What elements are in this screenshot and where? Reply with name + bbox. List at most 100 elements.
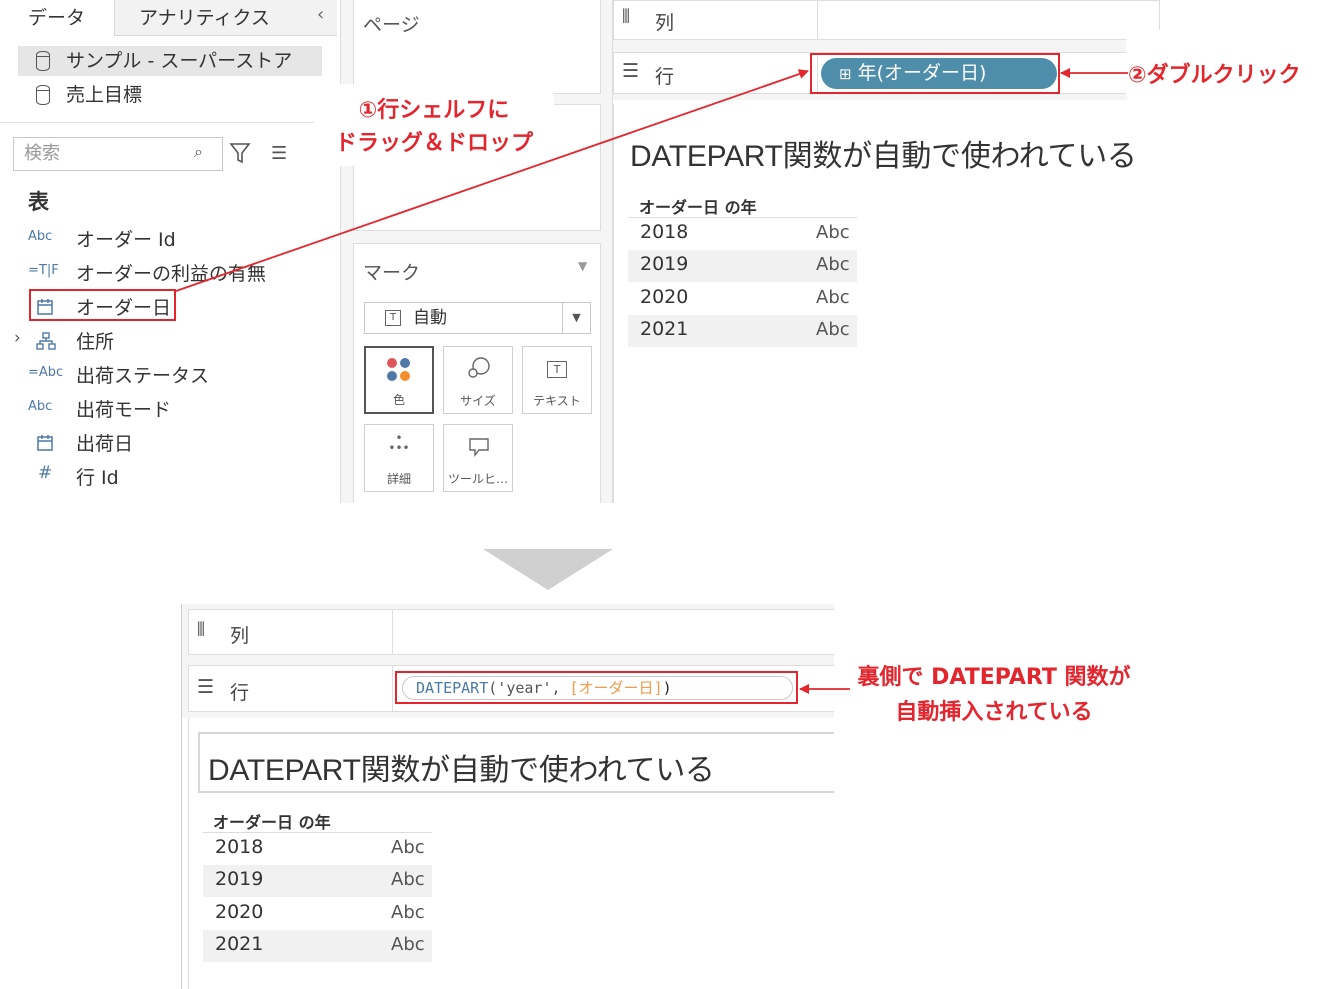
columns-label: 列 [655,12,675,34]
text-button-label: テキスト [533,394,581,408]
color-dot [387,358,397,368]
search-input[interactable]: 検索 [13,137,223,171]
rows-shelf-header: ☰ 行 [614,53,818,93]
order-date-highlight [29,289,176,321]
table-heading: 表 [28,190,49,214]
field-label: 出荷日 [76,433,134,455]
dropdown-arrow-icon[interactable]: ▼ [562,303,590,333]
value-cell: Abc [391,837,425,858]
calc-field: [オーダー日] [569,679,663,697]
calc-separator: ', [542,679,570,697]
year-cell: 2018 [215,836,264,858]
rows-label: 行 [230,682,250,704]
columns-shelf-header: ⫴ 列 [614,1,818,39]
year-cell: 2019 [215,868,264,890]
rows-shelf-header: ☰ 行 [189,666,393,711]
step1-annotation: ①行シェルフに ドラッグ＆ドロップ [314,94,554,160]
datasource-label: サンプル - スーパーストア [66,50,293,72]
bottom-screenshot: ⫴ 列 ☰ 行 DATEPART('year', [オーダー日]) DATEPA… [181,604,834,989]
calendar-icon [37,435,53,451]
columns-icon: ⫴ [197,619,205,641]
field-ship-mode[interactable]: Abc 出荷モード [0,393,330,425]
datasource-label: 売上目標 [66,84,143,106]
search-icon[interactable]: ⌕ [194,142,203,162]
field-label: オーダーの利益の有無 [76,263,267,285]
columns-shelf[interactable]: ⫴ 列 [613,0,1160,40]
field-order-id[interactable]: Abc オーダー Id [0,223,330,255]
sheet-title-box[interactable]: DATEPART関数が自動で使われている [198,732,834,793]
mark-type-select[interactable]: T 自動 ▼ [364,302,591,334]
divider [0,122,340,123]
size-button[interactable]: サイズ [443,346,513,414]
columns-icon: ⫴ [622,6,630,28]
pill-highlight [810,53,1060,94]
collapse-left-icon[interactable]: ‹ [317,4,324,25]
color-dot [387,371,397,381]
step1-line2: ドラッグ＆ドロップ [334,131,533,156]
table-row[interactable]: 2019 Abc [203,865,432,897]
columns-shelf[interactable]: ⫴ 列 [188,609,834,655]
tooltip-button[interactable]: ツールヒ… [443,424,513,492]
column-header: オーダー日 の年 [213,813,331,832]
text-button[interactable]: T テキスト [522,346,592,414]
color-button[interactable]: 色 [364,346,434,414]
list-view-icon[interactable]: ☰ [271,143,287,164]
field-label: 行 Id [76,467,119,489]
columns-shelf-header: ⫴ 列 [189,610,393,654]
tooltip-icon [469,438,489,457]
field-profit-flag[interactable]: =T|F オーダーの利益の有無 [0,257,330,289]
tab-data[interactable]: データ [0,0,115,36]
string-type-icon: Abc [28,229,53,244]
color-dot [400,358,410,368]
year-cell: 2019 [640,253,689,275]
table-row[interactable]: 2020 Abc [203,898,432,930]
chevron-right-icon[interactable]: › [14,328,21,348]
value-cell: Abc [816,287,850,308]
mark-type-value: 自動 [413,308,447,328]
table-row[interactable]: 2020 Abc [628,283,857,315]
column-header: オーダー日 の年 [639,198,757,217]
field-label: 出荷モード [76,399,172,421]
detail-button[interactable]: • ••• 詳細 [364,424,434,492]
table-row[interactable]: 2018 Abc [628,218,857,250]
top-screenshot: データ アナリティクス ‹ サンプル - スーパーストア 売上目標 検索 ⌕ ☰… [0,0,1160,503]
datasource-superstore[interactable]: サンプル - スーパーストア [18,46,322,76]
database-icon [36,51,50,71]
datasource-sales-target[interactable]: 売上目標 [18,80,322,110]
sheet-title: DATEPART関数が自動で使われている [208,754,715,787]
columns-label: 列 [230,625,250,647]
detail-icon: • ••• [388,431,410,455]
value-cell: Abc [391,934,425,955]
field-ship-date[interactable]: 出荷日 [0,427,330,459]
calc-function: DATEPART [416,679,489,697]
filter-icon[interactable] [229,141,251,165]
value-cell: Abc [391,902,425,923]
pages-card-label: ページ [363,14,420,36]
datepart-annotation: 裏側で DATEPART 関数が 自動挿入されている [853,660,1135,730]
caret-down-icon[interactable]: ▼ [578,259,587,273]
pages-card[interactable]: ページ [353,0,601,94]
table-row[interactable]: 2018 Abc [203,833,432,865]
text-icon: T [547,361,567,378]
table-row[interactable]: 2019 Abc [628,250,857,282]
value-cell: Abc [391,869,425,890]
table-row[interactable]: 2021 Abc [628,315,857,347]
year-cell: 2020 [215,901,264,923]
field-shipping-status[interactable]: =Abc 出荷ステータス [0,359,330,391]
table-row[interactable]: 2021 Abc [203,930,432,962]
sheet-title: DATEPART関数が自動で使われている [630,140,1137,173]
field-label: 住所 [76,331,115,353]
boolean-type-icon: =T|F [28,263,59,278]
step2-annotation: ②ダブルクリック [1128,63,1301,88]
field-address[interactable]: › 住所 [0,325,330,357]
field-row-id[interactable]: # 行 Id [0,461,330,493]
value-cell: Abc [816,319,850,340]
color-button-label: 色 [392,393,405,407]
calc-input[interactable]: DATEPART('year', [オーダー日]) [402,676,793,700]
year-cell: 2021 [640,318,689,340]
calc-argument: year [506,679,543,697]
year-cell: 2020 [640,286,689,308]
tab-analytics[interactable]: アナリティクス [115,0,337,36]
rows-label: 行 [655,66,675,88]
detail-button-label: 詳細 [386,472,411,486]
